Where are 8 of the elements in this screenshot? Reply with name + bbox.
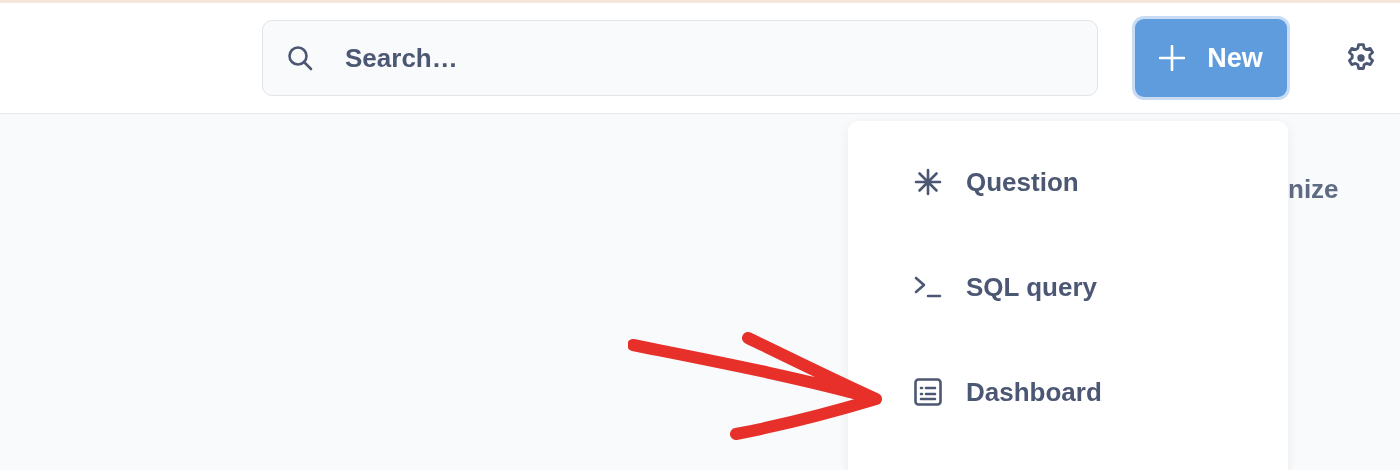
menu-item[interactable]: Dashboard <box>848 372 1102 412</box>
asterisk-icon <box>914 168 942 196</box>
search-field[interactable]: Search… <box>262 20 1098 96</box>
summarize-label: nize <box>1288 174 1339 205</box>
plus-icon <box>1159 45 1186 71</box>
menu-item[interactable]: Question <box>848 162 1079 202</box>
list-card-icon <box>914 378 942 406</box>
menu-item[interactable]: SQL query <box>848 267 1097 307</box>
